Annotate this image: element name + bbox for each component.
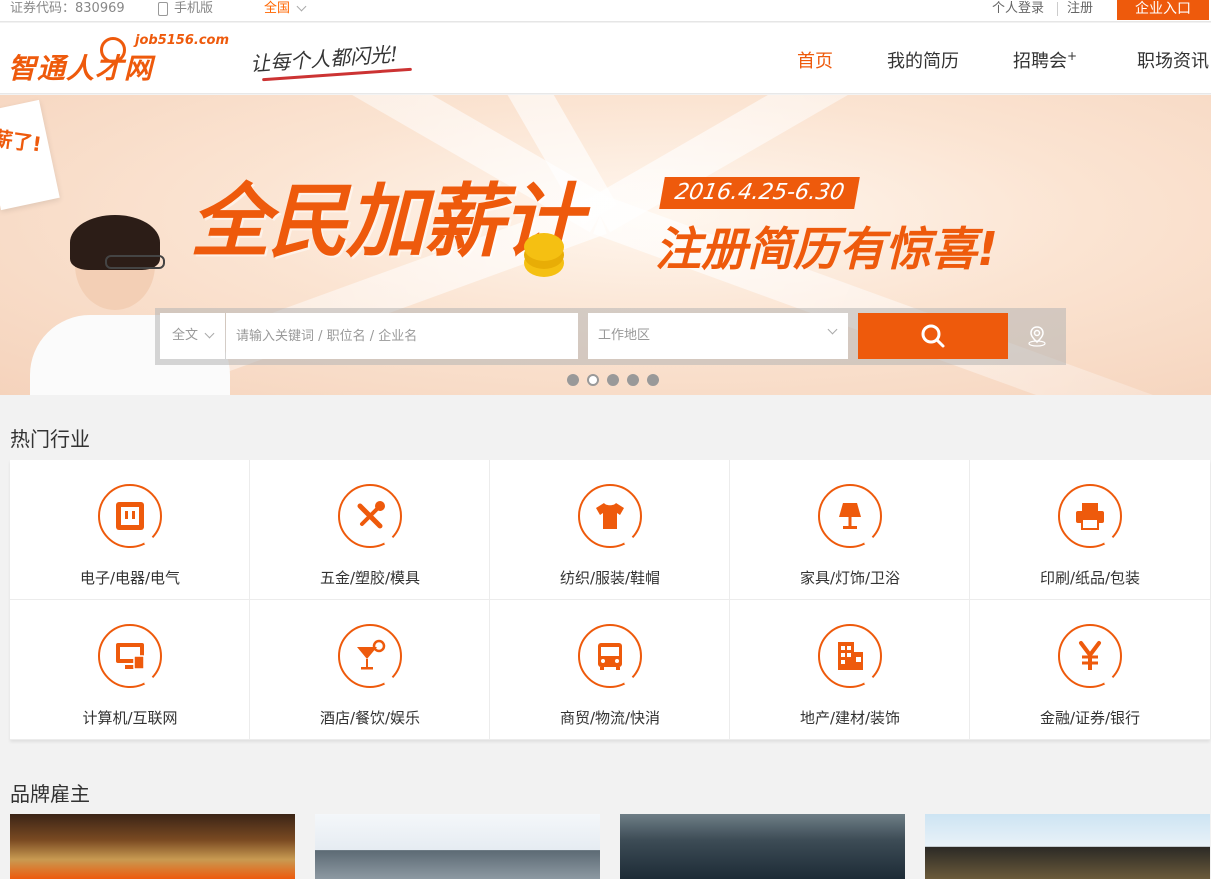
industry-label: 商贸/物流/快消 — [559, 709, 661, 727]
cocktail-icon — [357, 639, 386, 670]
divider — [1057, 2, 1058, 16]
nav-home[interactable]: 首页 — [797, 47, 833, 73]
corporate-entry-button[interactable]: 企业入口 — [1117, 0, 1209, 20]
yen-icon — [1079, 641, 1101, 670]
banner-paper-sign: 薪了! — [0, 99, 60, 211]
industry-icon-circle — [578, 484, 642, 548]
nav-job-fair-label: 招聘会 — [1013, 51, 1067, 72]
industry-icon-circle — [818, 624, 882, 688]
hero-banner[interactable]: 薪了! 全民加薪计 2016.4.25-6.30 注册简历有惊喜! 全文 工作地… — [0, 95, 1211, 395]
banner-ray — [590, 95, 1211, 233]
logo-url: job5156.com — [135, 33, 229, 48]
chevron-down-icon — [296, 1, 307, 12]
brand-employer-card[interactable] — [315, 814, 600, 879]
chevron-down-icon — [827, 324, 838, 335]
printer-icon — [1076, 503, 1104, 530]
banner-title: 全民加薪计 — [190, 175, 582, 268]
mobile-version-label: 手机版 — [174, 1, 214, 16]
industry-icon-circle — [818, 484, 882, 548]
search-bar: 全文 工作地区 — [155, 308, 1066, 365]
tools-icon — [357, 501, 385, 529]
carousel-dot[interactable] — [567, 374, 579, 386]
brand-employer-card[interactable] — [925, 814, 1210, 879]
search-type-dropdown[interactable]: 全文 — [160, 313, 225, 359]
building-icon — [838, 642, 863, 670]
industry-label: 纺织/服装/鞋帽 — [559, 569, 661, 587]
carousel-dot[interactable] — [627, 374, 639, 386]
lamp-icon — [839, 503, 861, 529]
personal-login-link[interactable]: 个人登录 — [992, 0, 1044, 18]
search-type-label: 全文 — [172, 328, 199, 343]
industry-icon-circle — [1058, 624, 1122, 688]
bus-icon — [598, 643, 622, 670]
shirt-icon — [596, 503, 624, 529]
industry-label: 家具/灯饰/卫浴 — [799, 569, 901, 587]
region-label: 全国 — [264, 1, 291, 16]
industry-item-computer[interactable]: 计算机/互联网 — [10, 600, 250, 740]
mobile-version-link[interactable]: 手机版 — [158, 0, 213, 18]
top-bar: 证券代码：830969 手机版 全国 个人登录 注册 企业入口 — [0, 0, 1211, 22]
keyword-search-input[interactable] — [226, 313, 578, 359]
industry-icon-circle — [338, 484, 402, 548]
section-title-industries: 热门行业 — [10, 427, 90, 451]
industry-icon-circle — [578, 624, 642, 688]
industry-icon-circle — [98, 484, 162, 548]
industry-label: 计算机/互联网 — [82, 709, 178, 727]
logo-text: 智通人才网 — [8, 52, 154, 85]
brand-employer-card[interactable] — [10, 814, 295, 879]
banner-date: 2016.4.25-6.30 — [659, 177, 860, 209]
mobile-phone-icon — [158, 2, 168, 16]
search-icon — [921, 324, 945, 348]
carousel-dot[interactable] — [607, 374, 619, 386]
register-link[interactable]: 注册 — [1067, 0, 1093, 18]
work-area-label: 工作地区 — [598, 328, 651, 343]
industry-label: 金融/证券/银行 — [1039, 709, 1141, 727]
industry-item-textile[interactable]: 纺织/服装/鞋帽 — [490, 460, 730, 600]
industry-label: 酒店/餐饮/娱乐 — [319, 709, 421, 727]
chevron-down-icon — [204, 328, 215, 339]
location-pin-icon — [1028, 326, 1046, 347]
industry-icon-circle — [338, 624, 402, 688]
industry-item-electronics[interactable]: 电子/电器/电气 — [10, 460, 250, 600]
nav-career-news[interactable]: 职场资讯 — [1137, 47, 1209, 73]
industry-grid: 电子/电器/电气 五金/塑胶/模具 纺织/服装/鞋帽 家具/灯饰/卫浴 印刷/纸… — [10, 460, 1210, 740]
region-selector[interactable]: 全国 — [264, 0, 307, 18]
location-button[interactable] — [1019, 318, 1055, 354]
industry-label: 电子/电器/电气 — [79, 569, 181, 587]
industry-label: 地产/建材/装饰 — [799, 709, 901, 727]
carousel-dot[interactable] — [647, 374, 659, 386]
nav-job-fair-suffix: + — [1067, 49, 1078, 63]
nav-job-fair[interactable]: 招聘会+ — [1013, 47, 1077, 73]
industry-item-finance[interactable]: 金融/证券/银行 — [970, 600, 1210, 740]
section-title-brands: 品牌雇主 — [10, 782, 90, 806]
industry-label: 五金/塑胶/模具 — [319, 569, 421, 587]
industry-icon-circle — [98, 624, 162, 688]
search-button[interactable] — [858, 313, 1008, 359]
work-area-selector[interactable]: 工作地区 — [588, 313, 848, 359]
nav-my-resume[interactable]: 我的简历 — [887, 47, 959, 73]
socket-icon — [116, 502, 144, 530]
computer-icon — [116, 643, 145, 670]
gold-coins-icon — [524, 233, 564, 261]
industry-item-furniture[interactable]: 家具/灯饰/卫浴 — [730, 460, 970, 600]
industry-item-hardware[interactable]: 五金/塑胶/模具 — [250, 460, 490, 600]
industry-item-trade[interactable]: 商贸/物流/快消 — [490, 600, 730, 740]
industry-icon-circle — [1058, 484, 1122, 548]
carousel-dots — [567, 374, 659, 386]
site-logo[interactable]: 智通人才网 job5156.com — [8, 33, 229, 89]
industry-item-hotel[interactable]: 酒店/餐饮/娱乐 — [250, 600, 490, 740]
industry-item-real-estate[interactable]: 地产/建材/装饰 — [730, 600, 970, 740]
stock-code: 证券代码：830969 — [10, 1, 125, 16]
industry-item-printing[interactable]: 印刷/纸品/包装 — [970, 460, 1210, 600]
carousel-dot-active[interactable] — [587, 374, 599, 386]
banner-paper-text: 薪了! — [0, 125, 44, 157]
brand-employer-list — [10, 814, 1210, 879]
site-header: 智通人才网 job5156.com 让每个人都闪光! 首页 我的简历 招聘会+ … — [0, 23, 1211, 94]
banner-subtitle: 注册简历有惊喜! — [655, 222, 998, 276]
brand-employer-card[interactable] — [620, 814, 905, 879]
industry-label: 印刷/纸品/包装 — [1039, 569, 1141, 587]
